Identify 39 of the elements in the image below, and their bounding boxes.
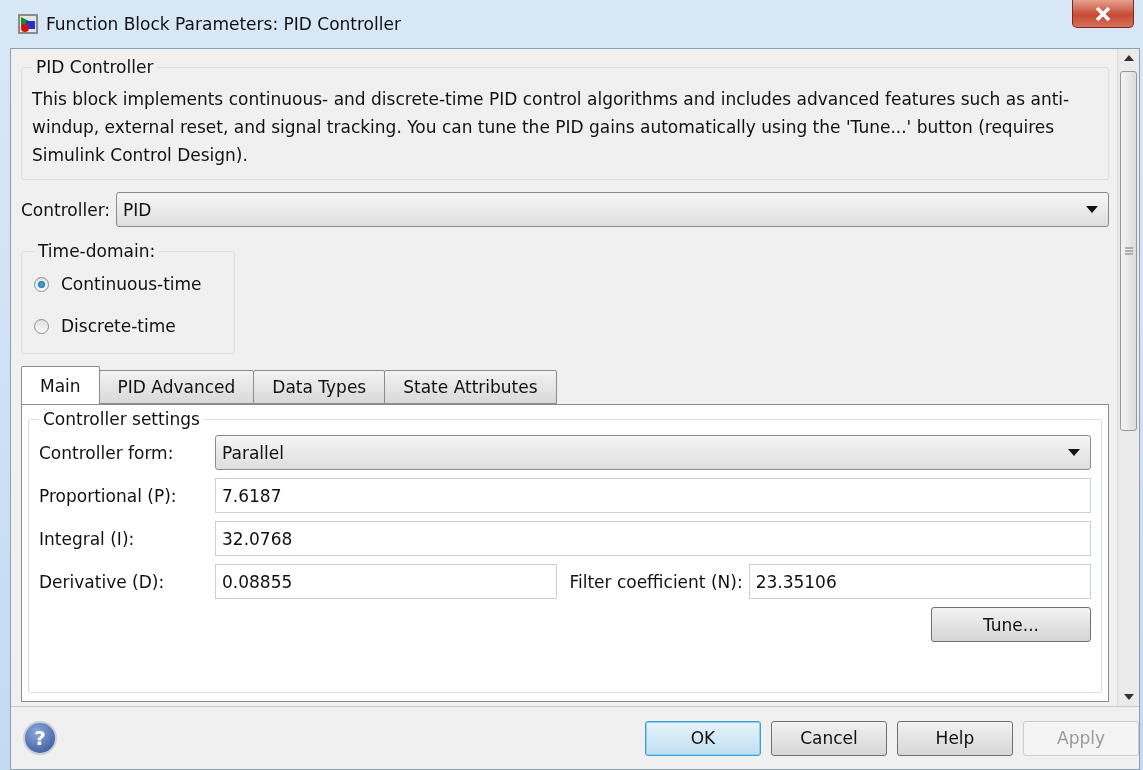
dialog-button[interactable]: OK xyxy=(645,720,761,756)
dialog-button[interactable]: Help xyxy=(897,720,1013,756)
tune-button[interactable]: Tune... xyxy=(931,607,1091,642)
dropdown-caret-icon xyxy=(1068,449,1080,456)
tab[interactable]: Data Types xyxy=(253,370,386,404)
field-label: Controller form: xyxy=(39,442,175,463)
dropdown-caret-icon xyxy=(1086,206,1098,213)
block-description: This block implements continuous- and discrete-time PID control algorithms and includes advanced features such as anti-windup, external reset, and signal tracking. You can tune the PID gains automatically using the 'Tune...' button (requires Simulink Control Design). xyxy=(32,88,1071,167)
scroll-down-icon[interactable] xyxy=(1123,694,1134,700)
scroll-thumb[interactable] xyxy=(1120,71,1137,431)
input-field[interactable]: 23.35106 xyxy=(748,564,1091,599)
grip-icon xyxy=(1124,247,1133,255)
field-label: Controller: xyxy=(21,199,111,220)
field-label: Derivative (D): xyxy=(39,571,166,592)
group-title: PID Controller xyxy=(35,57,155,77)
close-button[interactable] xyxy=(1072,0,1134,28)
scrollbar[interactable] xyxy=(1117,49,1139,706)
radio-button[interactable] xyxy=(34,276,49,292)
input-field[interactable]: 7.6187 xyxy=(215,478,1091,513)
block-icon xyxy=(18,14,38,34)
controller-form-dropdown[interactable]: Parallel xyxy=(215,435,1091,470)
tab[interactable]: Main xyxy=(21,366,100,404)
input-field[interactable]: 0.08855 xyxy=(215,564,558,599)
controller-dropdown[interactable]: PID xyxy=(116,192,1109,227)
radio-option[interactable]: Continuous-time xyxy=(34,263,222,305)
field-label: Proportional (P): xyxy=(39,485,178,506)
radio-option[interactable]: Discrete-time xyxy=(34,305,222,347)
dialog-button[interactable]: Cancel xyxy=(771,720,887,756)
tab[interactable]: PID Advanced xyxy=(98,370,255,404)
tab[interactable]: State Attributes xyxy=(384,370,557,404)
close-icon xyxy=(1095,6,1111,21)
window-title: Function Block Parameters: PID Controller xyxy=(46,14,401,34)
scroll-up-icon[interactable] xyxy=(1123,55,1134,61)
field-label: Filter coefficient (N): xyxy=(569,571,743,592)
group-title: Controller settings xyxy=(42,409,201,429)
group-title: Time-domain: xyxy=(37,241,157,261)
input-field[interactable]: 32.0768 xyxy=(215,521,1091,556)
field-label: Integral (I): xyxy=(39,528,136,549)
radio-button[interactable] xyxy=(34,318,49,334)
